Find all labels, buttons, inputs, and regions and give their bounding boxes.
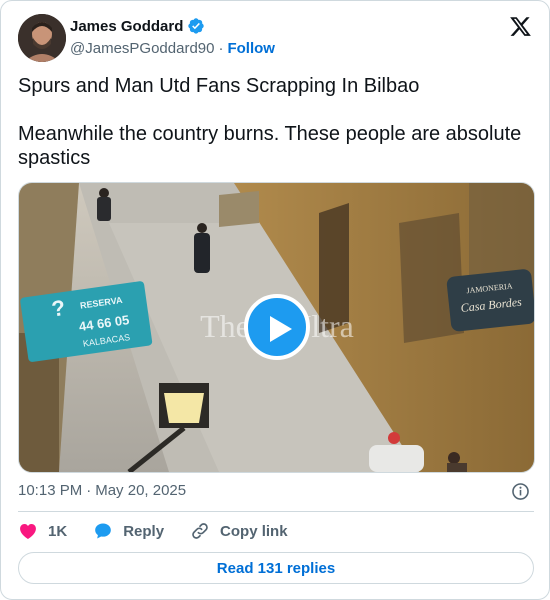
info-icon[interactable] [511,482,530,501]
tweet-text-line1: Spurs and Man Utd Fans Scrapping In Bilb… [18,75,420,97]
tweet-date: May 20, 2025 [95,482,187,499]
reply-label: Reply [123,522,165,540]
tweet-card: James Goddard @JamesPGoddard90 · Follow … [0,0,550,600]
author-handle-row: @JamesPGoddard90 · Follow [70,40,275,57]
action-bar: 1K Reply Copy link [18,521,314,541]
avatar[interactable] [18,14,66,62]
separator-dot: · [218,40,224,57]
heart-icon [20,524,36,539]
reply-button[interactable]: Reply [93,521,164,541]
like-count: 1K [48,522,68,540]
read-replies-label: Read 131 replies [216,559,336,577]
reply-bubble-icon [95,523,112,539]
play-icon [270,316,292,342]
copy-link-button[interactable]: Copy link [190,521,288,541]
tweet-timestamp[interactable]: 10:13 PM · May 20, 2025 [18,482,186,499]
divider [18,511,534,512]
read-replies-button[interactable]: Read 131 replies [18,552,534,584]
like-button[interactable]: 1K [18,521,67,541]
tweet-time: 10:13 PM [18,482,83,499]
play-button[interactable] [244,294,310,360]
author-name[interactable]: James Goddard [70,18,183,35]
author-name-row: James Goddard [70,17,205,35]
tweet-text-line2: Meanwhile the country burns. These peopl… [18,123,522,169]
x-logo-icon[interactable] [509,15,532,38]
link-icon [192,523,208,539]
copy-link-label: Copy link [220,522,288,540]
video-thumbnail[interactable]: JAMONERIA Casa Bordes ? RESERVA 44 66 05… [18,182,535,473]
verified-badge-icon [188,18,205,34]
separator-dot: · [86,482,92,499]
author-handle[interactable]: @JamesPGoddard90 [70,40,214,57]
tweet-text: Spurs and Man Utd Fans Scrapping In Bilb… [18,74,534,170]
follow-button[interactable]: Follow [227,40,275,57]
